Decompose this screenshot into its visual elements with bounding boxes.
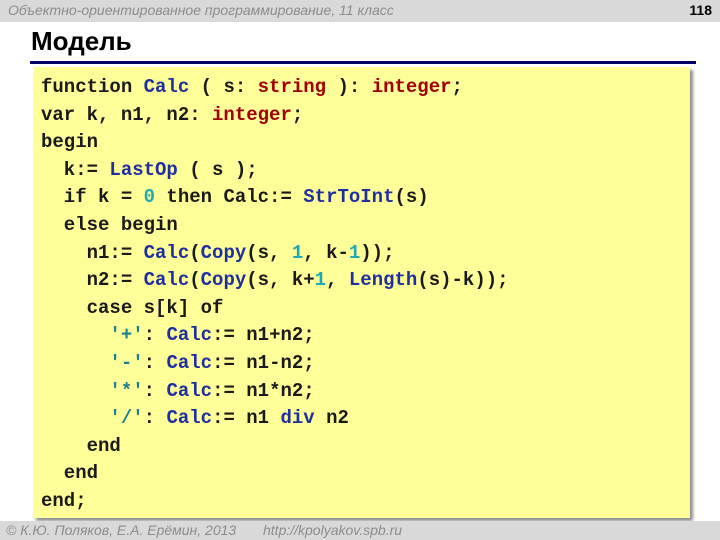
- code-line: end: [41, 433, 509, 461]
- code-keyword: :: [143, 379, 167, 402]
- code-type: integer: [371, 76, 452, 98]
- code-line: var k, n1, n2: integer;: [41, 102, 509, 130]
- code-identifier: Calc: [143, 241, 190, 264]
- code-string: '*': [109, 379, 144, 402]
- code-line: '-': Calc:= n1-n2;: [41, 350, 509, 378]
- code-keyword: n2: [314, 407, 349, 430]
- code-keyword: [41, 380, 109, 402]
- code-keyword: k:=: [41, 158, 110, 181]
- code-keyword: , k-: [303, 241, 349, 264]
- code-line: '+': Calc:= n1+n2;: [41, 322, 509, 350]
- code-line: n1:= Calc(Copy(s, 1, k-1));: [41, 240, 509, 268]
- code-line: end: [41, 460, 509, 488]
- code-keyword: case s[k] of: [41, 296, 224, 319]
- code-identifier: Calc: [166, 324, 213, 347]
- code-keyword: ));: [360, 241, 395, 264]
- code-identifier: Calc: [166, 379, 213, 402]
- code-keyword: :: [143, 407, 167, 430]
- code-type: integer: [212, 103, 292, 126]
- code-number: 0: [143, 186, 156, 209]
- code-identifier: Length: [348, 269, 418, 292]
- code-keyword: else begin: [41, 213, 178, 236]
- code-keyword: ( s );: [177, 158, 258, 181]
- code-keyword: (s,: [246, 241, 292, 264]
- code-keyword: then Calc:=: [155, 186, 304, 209]
- code-identifier: Calc: [143, 269, 190, 292]
- footer-bar: © К.Ю. Поляков, Е.А. Ерёмин, 2013 http:/…: [0, 521, 720, 540]
- code-line: if k = 0 then Calc:= StrToInt(s): [41, 184, 509, 212]
- code-line: function Calc ( s: string ): integer;: [41, 74, 509, 102]
- code-line: else begin: [41, 212, 509, 240]
- header-bar: Объектно-ориентированное программировани…: [0, 0, 720, 22]
- code-keyword: ;: [291, 103, 304, 126]
- code-identifier: Copy: [200, 269, 247, 292]
- code-identifier: LastOp: [109, 158, 178, 181]
- code-type: string: [257, 76, 327, 98]
- code-identifier: Calc: [166, 407, 213, 430]
- code-keyword: ):: [326, 76, 372, 98]
- code-block: function Calc ( s: string ): integer; var…: [41, 74, 509, 516]
- course-title: Объектно-ориентированное программировани…: [8, 2, 394, 18]
- title-underline: [30, 61, 696, 64]
- code-keyword: ,: [326, 269, 349, 292]
- code-keyword: :: [143, 324, 167, 347]
- site-url-link[interactable]: http://kpolyakov.spb.ru: [263, 522, 402, 538]
- code-keyword: var k, n1, n2:: [41, 103, 213, 126]
- code-identifier: StrToInt: [303, 186, 395, 209]
- code-string: '/': [109, 407, 144, 430]
- code-line: '*': Calc:= n1*n2;: [41, 378, 509, 406]
- code-keyword: [41, 352, 109, 374]
- code-number: 1: [348, 241, 361, 264]
- code-keyword: :: [143, 351, 167, 374]
- code-keyword: := n1: [212, 407, 281, 430]
- copyright-text: © К.Ю. Поляков, Е.А. Ерёмин, 2013: [6, 522, 237, 538]
- code-keyword: if k =: [41, 186, 144, 209]
- code-keyword: n2:=: [41, 269, 144, 292]
- code-keyword: end;: [41, 489, 87, 512]
- code-keyword: ;: [451, 76, 463, 98]
- slide-title: Модель: [31, 26, 132, 56]
- code-line: '/': Calc:= n1 div n2: [41, 405, 509, 433]
- code-line: k:= LastOp ( s );: [41, 157, 509, 185]
- code-keyword: (: [189, 241, 201, 264]
- code-identifier: Calc: [143, 76, 190, 98]
- code-keyword: (: [189, 269, 201, 292]
- code-number: 1: [291, 241, 304, 264]
- code-keyword: end: [41, 462, 99, 485]
- code-line: begin: [41, 129, 509, 157]
- code-number: 1: [314, 269, 327, 292]
- code-keyword: (s): [394, 186, 429, 209]
- code-keyword: := n1-n2;: [212, 351, 315, 374]
- code-keyword: function: [41, 76, 144, 98]
- code-identifier: Copy: [200, 241, 247, 264]
- code-identifier: Calc: [166, 351, 213, 374]
- code-line: n2:= Calc(Copy(s, k+1, Length(s)-k));: [41, 267, 509, 295]
- code-line: end;: [41, 488, 509, 516]
- code-keyword: (s, k+: [246, 269, 315, 292]
- code-keyword: n1:=: [41, 241, 144, 264]
- slide-number: 118: [689, 2, 712, 18]
- code-keyword: := n1*n2;: [212, 379, 315, 402]
- code-keyword: (s)-k));: [417, 269, 509, 292]
- code-keyword: end: [41, 434, 121, 457]
- code-keyword: [41, 407, 109, 429]
- code-keyword: ( s:: [189, 76, 258, 98]
- code-string: '+': [109, 324, 144, 347]
- code-keyword: := n1+n2;: [212, 324, 315, 347]
- code-identifier: div: [280, 407, 315, 430]
- code-keyword: [41, 324, 109, 346]
- code-line: case s[k] of: [41, 295, 509, 323]
- code-keyword: begin: [41, 131, 99, 154]
- code-string: '-': [109, 351, 144, 374]
